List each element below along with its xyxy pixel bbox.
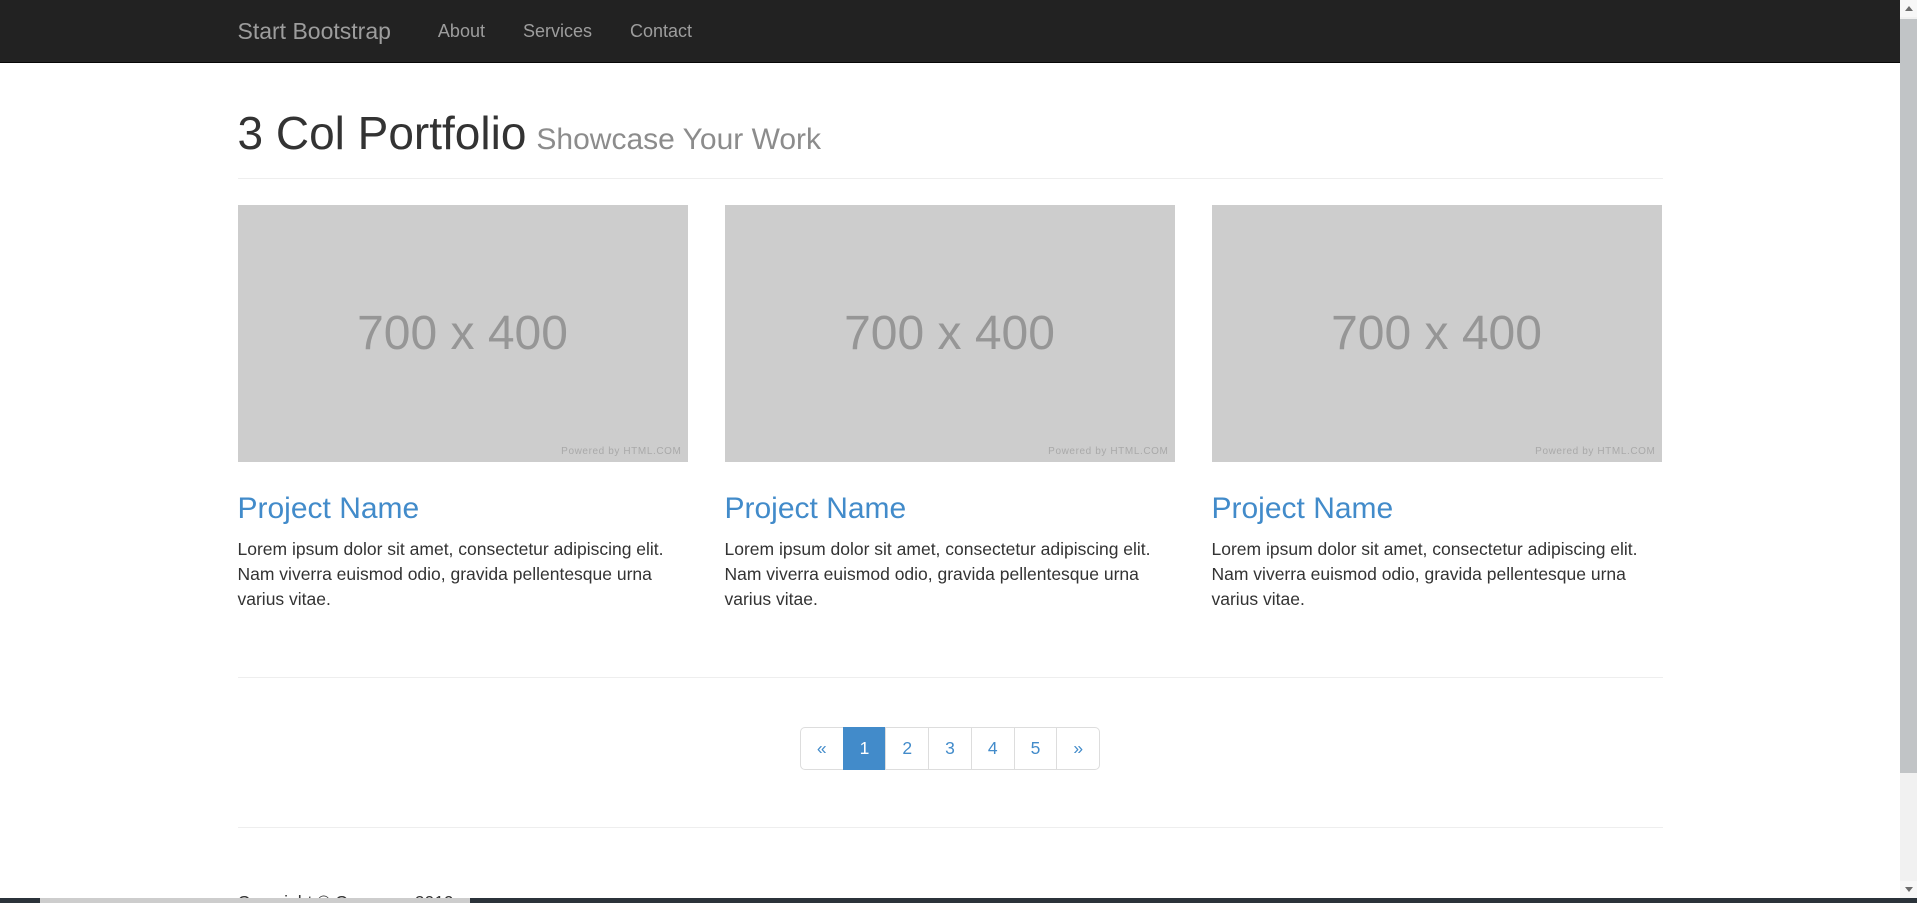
page-title: 3 Col Portfolio Showcase Your Work: [238, 108, 1663, 165]
project-description: Lorem ipsum dolor sit amet, consectetur …: [1212, 537, 1662, 612]
footer-divider: [238, 827, 1663, 828]
placeholder-size-label: 700 x 400: [1331, 306, 1542, 361]
pagination: « 1 2 3 4 5 »: [800, 727, 1100, 770]
main-container: 3 Col Portfolio Showcase Your Work 700 x …: [238, 108, 1663, 903]
vertical-scrollbar-track[interactable]: [1900, 0, 1917, 903]
placeholder-watermark: Powered by HTML.COM: [561, 446, 681, 457]
nav-item-services[interactable]: Services: [504, 21, 611, 42]
placeholder-size-label: 700 x 400: [844, 306, 1055, 361]
scroll-up-button[interactable]: [1900, 0, 1917, 17]
placeholder-watermark: Powered by HTML.COM: [1048, 446, 1168, 457]
page-subtitle: Showcase Your Work: [536, 123, 821, 156]
divider: [238, 677, 1663, 678]
placeholder-watermark: Powered by HTML.COM: [1535, 446, 1655, 457]
pagination-page-3[interactable]: 3: [928, 727, 972, 770]
project-title-link[interactable]: Project Name: [1212, 492, 1662, 525]
project-placeholder-image: 700 x 400 Powered by HTML.COM: [725, 205, 1175, 462]
nav-item-contact[interactable]: Contact: [611, 21, 711, 42]
project-placeholder-image: 700 x 400 Powered by HTML.COM: [238, 205, 688, 462]
project-description: Lorem ipsum dolor sit amet, consectetur …: [725, 537, 1175, 612]
nav-links: About Services Contact: [419, 0, 711, 62]
pagination-prev-button[interactable]: «: [800, 727, 844, 770]
browser-viewport: Start Bootstrap About Services Contact 3…: [0, 0, 1900, 903]
pagination-page-1[interactable]: 1: [843, 727, 887, 770]
navbar-container: Start Bootstrap About Services Contact: [238, 0, 1663, 62]
project-card: 700 x 400 Powered by HTML.COM Project Na…: [1212, 205, 1662, 612]
scroll-down-icon: [1905, 887, 1913, 892]
horizontal-scrollbar-thumb[interactable]: [40, 898, 470, 903]
horizontal-scrollbar-track[interactable]: [0, 898, 1917, 903]
pagination-page-4[interactable]: 4: [971, 727, 1015, 770]
placeholder-size-label: 700 x 400: [357, 306, 568, 361]
vertical-scrollbar-thumb[interactable]: [1900, 19, 1917, 773]
project-card: 700 x 400 Powered by HTML.COM Project Na…: [725, 205, 1175, 612]
pagination-page-5[interactable]: 5: [1014, 727, 1058, 770]
scroll-down-button[interactable]: [1900, 881, 1917, 898]
nav-item-about[interactable]: About: [419, 21, 504, 42]
scroll-up-icon: [1905, 6, 1913, 11]
project-card: 700 x 400 Powered by HTML.COM Project Na…: [238, 205, 688, 612]
project-placeholder-image: 700 x 400 Powered by HTML.COM: [1212, 205, 1662, 462]
brand-link[interactable]: Start Bootstrap: [238, 18, 391, 45]
pagination-next-button[interactable]: »: [1056, 727, 1100, 770]
project-title-link[interactable]: Project Name: [238, 492, 688, 525]
project-title-link[interactable]: Project Name: [725, 492, 1175, 525]
pagination-page-2[interactable]: 2: [885, 727, 929, 770]
page-title-text: 3 Col Portfolio: [238, 107, 527, 159]
pagination-wrapper: « 1 2 3 4 5 »: [238, 727, 1663, 770]
projects-row: 700 x 400 Powered by HTML.COM Project Na…: [238, 205, 1663, 612]
navbar: Start Bootstrap About Services Contact: [0, 0, 1900, 63]
page-header: 3 Col Portfolio Showcase Your Work: [238, 108, 1663, 179]
project-description: Lorem ipsum dolor sit amet, consectetur …: [238, 537, 688, 612]
